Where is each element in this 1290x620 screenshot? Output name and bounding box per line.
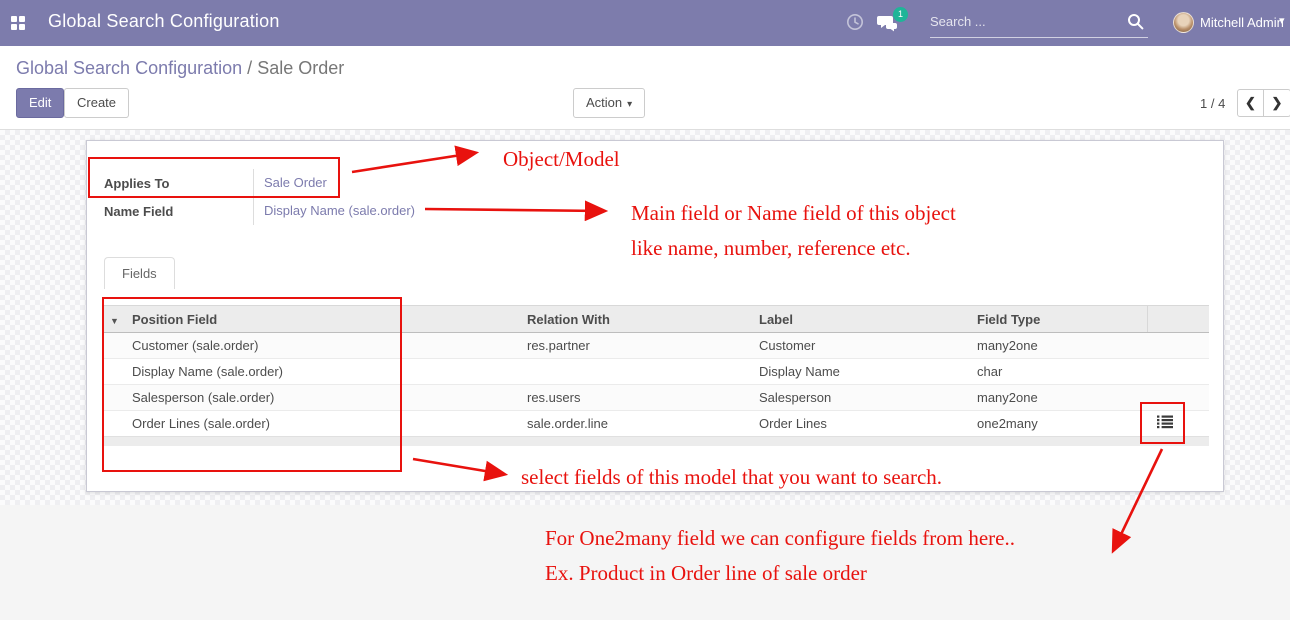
cell-relation: sale.order.line [519, 411, 751, 437]
cell-label: Display Name [751, 359, 969, 385]
annotation-one2many-2: Ex. Product in Order line of sale order [545, 561, 867, 586]
edit-button[interactable]: Edit [16, 88, 64, 118]
annotation-box-list-icon [1140, 402, 1185, 444]
annotation-select-fields: select fields of this model that you wan… [521, 465, 942, 490]
breadcrumb-separator: / [247, 58, 252, 78]
col-header-relation-with[interactable]: Relation With [519, 306, 751, 333]
action-dropdown-button[interactable]: Action ▾ [573, 88, 645, 118]
search-input[interactable] [930, 8, 1115, 34]
annotation-object-model: Object/Model [503, 147, 620, 172]
activities-clock-icon[interactable] [846, 13, 864, 36]
breadcrumb: Global Search Configuration / Sale Order [16, 58, 344, 79]
breadcrumb-current: Sale Order [257, 58, 344, 78]
user-menu[interactable]: Mitchell Admin [1200, 15, 1284, 30]
pager: ❮ ❯ [1237, 89, 1290, 117]
pager-next-button[interactable]: ❯ [1264, 89, 1290, 117]
tab-fields[interactable]: Fields [104, 257, 175, 289]
annotation-main-field-2: like name, number, reference etc. [631, 236, 911, 261]
cell-relation: res.users [519, 385, 751, 411]
cell-type: char [969, 359, 1147, 385]
cell-relation [519, 359, 751, 385]
cell-label: Customer [751, 333, 969, 359]
app-title: Global Search Configuration [48, 11, 280, 32]
breadcrumb-parent-link[interactable]: Global Search Configuration [16, 58, 242, 78]
pager-counter: 1 / 4 [1200, 96, 1225, 111]
annotation-one2many-1: For One2many field we can configure fiel… [545, 526, 1015, 551]
messages-count-badge: 1 [893, 7, 908, 22]
apps-menu-icon[interactable] [11, 16, 26, 31]
cell-type: many2one [969, 385, 1147, 411]
action-label: Action [586, 95, 622, 110]
action-caret-icon: ▾ [627, 99, 632, 110]
search-icon[interactable] [1127, 13, 1144, 35]
col-header-field-type[interactable]: Field Type [969, 306, 1147, 333]
pager-prev-button[interactable]: ❮ [1237, 89, 1264, 117]
cell-label: Order Lines [751, 411, 969, 437]
col-header-actions [1147, 306, 1209, 333]
col-header-label[interactable]: Label [751, 306, 969, 333]
annotation-box-applies-to [88, 157, 340, 198]
control-panel: Global Search Configuration / Sale Order… [0, 46, 1290, 130]
annotation-box-position-field [102, 297, 402, 472]
cell-type: one2many [969, 411, 1147, 437]
cell-type: many2one [969, 333, 1147, 359]
top-navbar: Global Search Configuration 1 Mitchell A… [0, 0, 1290, 46]
create-button[interactable]: Create [64, 88, 129, 118]
name-field-label: Name Field [104, 204, 253, 219]
global-search [930, 8, 1148, 38]
annotation-main-field-1: Main field or Name field of this object [631, 201, 956, 226]
user-caret-icon[interactable]: ▾ [1279, 14, 1285, 27]
cell-label: Salesperson [751, 385, 969, 411]
user-avatar[interactable] [1173, 12, 1194, 33]
cell-relation: res.partner [519, 333, 751, 359]
